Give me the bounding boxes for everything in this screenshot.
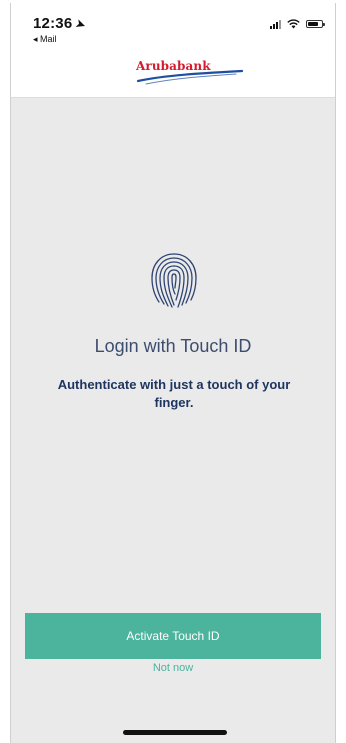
location-arrow-icon: ➤ [74, 17, 88, 33]
battery-level [308, 22, 319, 26]
page-title: Login with Touch ID [94, 336, 252, 356]
nav-bar: Arubabank [11, 49, 335, 98]
status-bar: 12:36 ➤ ◂ Mail [11, 3, 335, 49]
status-time: 12:36 ➤ [33, 15, 88, 33]
home-indicator[interactable] [123, 730, 227, 735]
logo-swoosh-icon [136, 69, 244, 85]
phone-screen: 12:36 ➤ ◂ Mail Arubabank Login with Touc… [10, 3, 336, 743]
arubabank-logo: Arubabank [136, 59, 246, 89]
not-now-button[interactable]: Not now [11, 653, 335, 683]
status-icons [270, 19, 325, 29]
main-content: Login with Touch ID Authenticate with ju… [11, 98, 335, 743]
battery-icon [306, 20, 325, 28]
fingerprint-icon [151, 253, 197, 308]
page-subtitle: Authenticate with just a touch of your f… [57, 377, 291, 410]
wifi-icon [287, 19, 300, 29]
signal-icon [270, 19, 281, 29]
status-time-text: 12:36 [33, 15, 73, 32]
back-to-mail-link[interactable]: ◂ Mail [33, 34, 57, 45]
screenshot-frame: 12:36 ➤ ◂ Mail Arubabank Login with Touc… [0, 0, 346, 743]
